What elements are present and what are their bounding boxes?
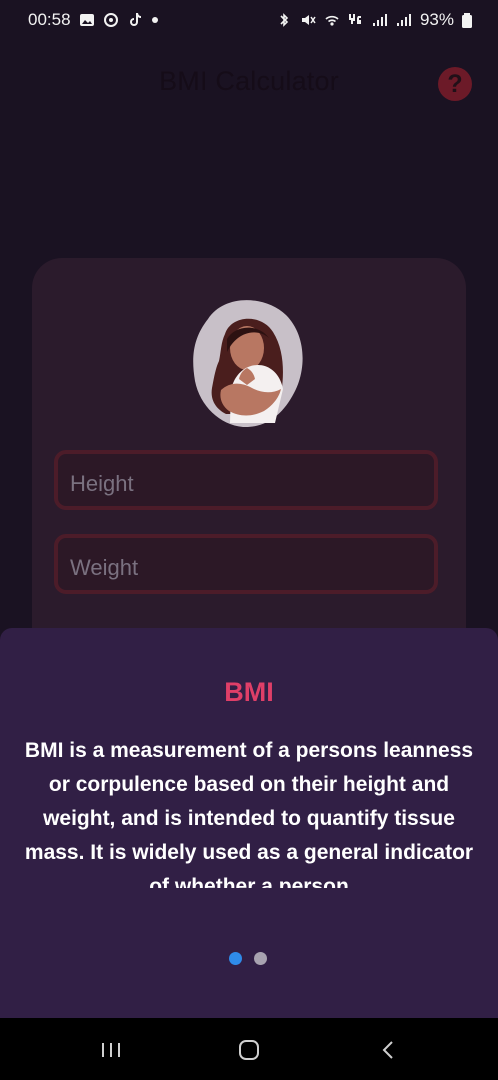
height-placeholder: Height bbox=[70, 471, 134, 496]
wifi-icon bbox=[324, 12, 340, 28]
signal-icon bbox=[396, 12, 412, 28]
dot-icon bbox=[151, 16, 159, 24]
mute-icon bbox=[300, 12, 316, 28]
time: 00:58 bbox=[28, 10, 71, 29]
battery-percent: 93% bbox=[419, 10, 454, 29]
pager-dot-active[interactable] bbox=[229, 952, 242, 965]
bluetooth-icon bbox=[276, 12, 292, 28]
page-title: BMI Calculator bbox=[159, 66, 339, 96]
back-icon bbox=[382, 1041, 393, 1059]
woman-illustration-icon bbox=[193, 300, 303, 428]
weight-input[interactable]: Weight bbox=[54, 534, 438, 594]
image-icon bbox=[79, 12, 95, 28]
battery-icon bbox=[462, 12, 472, 28]
home-icon bbox=[239, 1040, 259, 1060]
recent-apps-button[interactable] bbox=[96, 1035, 126, 1065]
height-input[interactable]: Height bbox=[54, 450, 438, 510]
page-indicator bbox=[229, 952, 267, 965]
pager-dot-inactive[interactable] bbox=[254, 952, 267, 965]
bmi-info-sheet: BMI BMI is a measurement of a persons le… bbox=[0, 628, 498, 1018]
tiktok-icon bbox=[127, 12, 143, 28]
bmi-description: BMI is a measurement of a persons leanne… bbox=[24, 739, 474, 888]
signal-icon bbox=[372, 12, 388, 28]
recent-apps-icon bbox=[102, 1043, 120, 1057]
app-header: BMI Calculator ? bbox=[0, 48, 498, 118]
status-bar: 00:58 93% bbox=[0, 0, 498, 40]
status-left: 00:58 bbox=[28, 10, 159, 30]
help-button[interactable]: ? bbox=[438, 67, 472, 101]
home-button[interactable] bbox=[234, 1035, 264, 1065]
weight-placeholder: Weight bbox=[70, 555, 139, 580]
4g-icon bbox=[348, 12, 364, 28]
status-right: 93% bbox=[276, 10, 472, 30]
android-navigation-bar bbox=[0, 1018, 498, 1080]
question-mark-icon: ? bbox=[447, 69, 463, 98]
gallery-icon bbox=[103, 12, 119, 28]
sheet-title: BMI bbox=[224, 677, 274, 707]
back-button[interactable] bbox=[374, 1035, 404, 1065]
avatar bbox=[191, 298, 307, 430]
